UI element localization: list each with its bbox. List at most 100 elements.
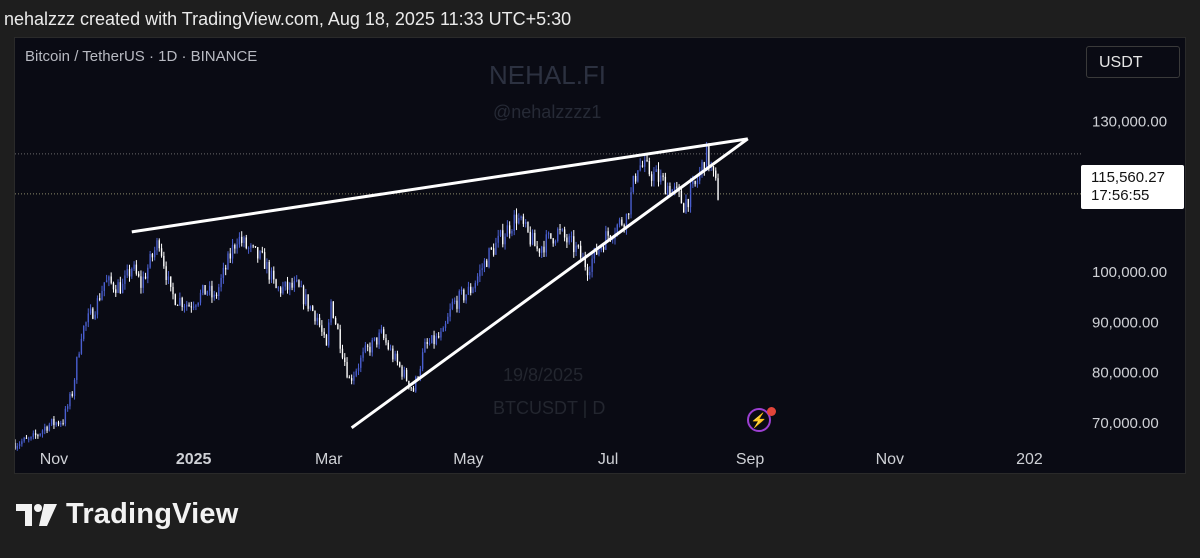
candle-body: [23, 437, 25, 442]
candle-body: [586, 267, 589, 276]
candle-body: [394, 353, 396, 360]
candle-body: [545, 234, 547, 253]
candle-body: [378, 332, 380, 345]
candle-body: [257, 247, 259, 259]
candle-body: [508, 225, 511, 234]
candle-body: [554, 240, 557, 244]
candle-body: [350, 378, 353, 381]
candle-body: [646, 159, 648, 161]
candle-body: [598, 249, 600, 255]
candle-body: [497, 235, 499, 243]
candle-body: [34, 433, 37, 436]
candle-body: [179, 297, 181, 305]
candle-body: [458, 291, 460, 309]
candle-body: [160, 248, 163, 256]
candle-body: [447, 316, 449, 324]
candle-body: [50, 418, 53, 425]
candle-body: [208, 285, 211, 292]
candle-body: [236, 244, 238, 249]
last-price-label: 115,560.27 17:56:55: [1081, 165, 1184, 209]
candle-body: [524, 222, 527, 224]
candle-body: [25, 437, 28, 439]
candle-body: [639, 165, 641, 171]
x-tick-label: 202: [1016, 451, 1043, 468]
candle-body: [655, 169, 657, 172]
candle-body: [202, 285, 204, 293]
candle-body: [215, 294, 218, 296]
candle-body: [579, 245, 582, 258]
candle-body: [435, 336, 438, 345]
candle-body: [712, 166, 715, 171]
candle-body: [87, 313, 89, 323]
candle-body: [470, 286, 472, 293]
candle-body: [472, 288, 474, 293]
candle-body: [465, 294, 467, 301]
candle-body: [80, 338, 83, 354]
candle-body: [325, 334, 328, 346]
symbol-title[interactable]: Bitcoin / TetherUS · 1D · BINANCE: [25, 48, 257, 65]
candle-body: [648, 160, 651, 175]
candle-body: [687, 199, 689, 208]
candle-body: [463, 289, 465, 301]
candle-body: [117, 282, 119, 293]
candle-body: [399, 362, 401, 367]
candle-body: [676, 186, 678, 188]
candle-body: [300, 286, 302, 288]
candle-body: [261, 251, 264, 253]
candle-body: [103, 282, 105, 291]
candle-body: [76, 357, 78, 380]
candle-body: [346, 362, 348, 378]
candle-body: [353, 375, 355, 381]
candle-body: [376, 337, 378, 345]
candle-body: [488, 248, 490, 267]
candle-body: [538, 248, 541, 253]
currency-button[interactable]: USDT: [1086, 46, 1180, 78]
candle-body: [234, 245, 236, 249]
candle-body: [156, 240, 158, 251]
candle-body: [506, 225, 509, 237]
candle-body: [355, 370, 357, 376]
candle-body: [69, 393, 71, 407]
candle-body: [641, 165, 644, 167]
candle-body: [158, 240, 160, 249]
candle-body: [48, 424, 51, 431]
candle-body: [218, 287, 220, 296]
y-tick-label: 90,000.00: [1092, 314, 1159, 331]
trendline-upper: [131, 137, 749, 234]
candle-body: [293, 281, 296, 288]
candle-body: [673, 186, 676, 190]
candle-body: [369, 346, 371, 353]
tradingview-logo[interactable]: TradingView: [16, 498, 239, 531]
candle-body: [142, 276, 144, 288]
candle-body: [653, 171, 655, 181]
candle-body: [527, 222, 529, 232]
candle-body: [522, 216, 525, 224]
candle-body: [366, 345, 369, 347]
y-tick-label: 100,000.00: [1092, 264, 1167, 281]
candle-body: [41, 430, 44, 434]
candle-body: [337, 323, 339, 330]
candle-body: [543, 246, 545, 253]
candle-body: [28, 438, 30, 440]
candle-body: [195, 305, 197, 307]
candle-body: [561, 229, 564, 231]
candle-body: [229, 253, 231, 259]
candle-body: [21, 441, 23, 445]
candle-body: [30, 436, 32, 439]
x-tick-label: Jul: [598, 451, 618, 468]
candle-body: [277, 287, 280, 289]
candle-body: [62, 423, 64, 425]
candle-body: [396, 353, 399, 363]
brand-name: TradingView: [66, 498, 239, 530]
candle-body: [634, 176, 637, 182]
candle-body: [224, 267, 227, 270]
price-chart[interactable]: 130,000.00120,000.00100,000.0090,000.008…: [15, 38, 1186, 474]
candle-body: [174, 294, 176, 305]
candle-body: [186, 304, 188, 307]
candle-body: [410, 387, 412, 389]
candle-body: [170, 276, 172, 287]
candle-body: [518, 218, 520, 224]
chart-panel[interactable]: NEHAL.FI @nehalzzzz1 19/8/2025 BTCUSDT |…: [14, 37, 1186, 474]
candle-body: [192, 306, 195, 308]
candle-body: [683, 203, 685, 213]
